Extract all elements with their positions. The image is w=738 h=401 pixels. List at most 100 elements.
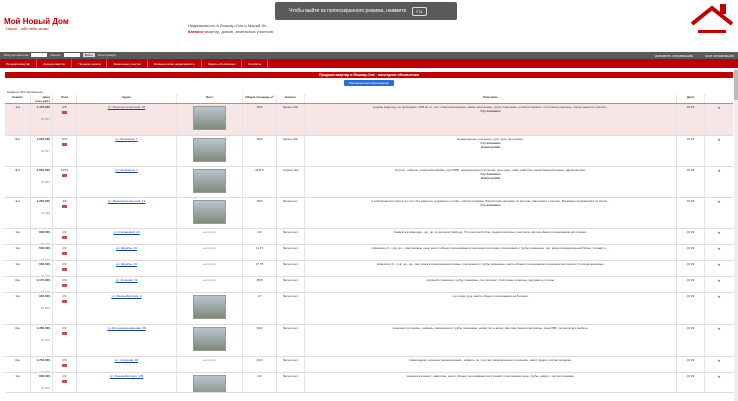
address-link[interactable]: ул. Дружбы, 19 [116,262,137,266]
header-balcony: Балкон [277,94,305,103]
cell-area: 30/0 [243,198,277,228]
extended-search-button[interactable]: Расширенный поиск квартир [344,80,394,86]
favorite-icon[interactable]: ★ [717,105,721,110]
header-price[interactable]: Цена (тыс.руб.) [31,94,53,103]
table-row[interactable]: 2-к 1,380,000 35,000 2/2 ул. Интернациональн… [5,325,733,357]
cell-photo: нет фото [177,357,243,372]
login-input[interactable] [31,53,48,57]
flag-icon [62,111,67,114]
header-address[interactable]: Адрес [77,94,177,103]
table-row[interactable]: 2-к 1,760,000 40,000 4/5 ул. Суворова, 36 нет… [5,357,733,373]
listing-photo[interactable] [193,375,226,392]
nav-item-sale-flats[interactable]: Продажа квартир [0,59,38,68]
favorite-icon[interactable]: ★ [717,358,721,363]
cell-photo [177,198,243,228]
cell-photo: нет фото [177,245,243,260]
cell-price: 1,380,000 35,000 [31,325,53,356]
header-floor[interactable]: Этаж [53,94,77,103]
nav-item-contacts[interactable]: Контакты [242,59,269,68]
address-link[interactable]: ул. Дружбы, 19 [116,246,137,250]
address-link[interactable]: ул. Стахановой, 24 [113,230,139,234]
favorite-icon[interactable]: ★ [717,246,721,251]
cell-address: ул. Яшина-Болгаря, 2 [77,293,177,324]
register-link[interactable]: Регистрация [98,53,116,57]
cell-rooms: 1-к [5,229,31,244]
header-date[interactable]: Дата [677,94,705,103]
login-button[interactable]: Войти [82,53,96,57]
address-link[interactable]: ул. Яшина-Болгаря, 125 [110,374,143,378]
cell-balcony: балкон 3м² [277,104,305,135]
address-link[interactable]: ул. Машиностроителей, 64 [108,105,145,109]
listing-photo[interactable] [193,138,226,162]
fullscreen-key: F11 [412,6,427,16]
my-listings-link[interactable]: МОИ ОБЪЯВЛЕНИЯ [705,54,734,58]
page-scrollbar-thumb[interactable] [734,70,738,100]
cell-floor: 2/5 [53,104,77,135]
table-row[interactable]: 1-к 1,470,000 38,667 2/5 ул. Машиностроителе… [5,104,733,136]
cell-price: 900,000 53,845 [31,293,53,324]
cell-date: 03.09 [677,229,705,244]
table-row[interactable]: 2-к 2,170,000 62,175 2/9 ул. Зеленая, 19 нет … [5,277,733,293]
nav-item-post-ad[interactable]: Задать объявление [202,59,243,68]
address-link[interactable]: ул. Машиностроителей, 13 [108,199,145,203]
cell-photo: нет фото [177,277,243,292]
favorite-icon[interactable]: ★ [717,168,721,173]
nav-item-rent-flats[interactable]: Аренда квартир [37,59,73,68]
table-body: 1-к 1,470,000 38,667 2/5 ул. Машиностроителе… [5,104,733,393]
cell-actions: ★ [705,245,733,260]
listing-photo[interactable] [193,106,226,130]
header-area[interactable]: Общая площадь м² [243,94,277,103]
no-photo-label: нет фото [203,246,216,250]
favorite-icon[interactable]: ★ [717,294,721,299]
table-row[interactable]: 1-к 830,000 32,000 1/2 ул. Яшина-Болгаря, 12… [5,373,733,393]
cell-area: 17.75 [243,261,277,276]
cell-photo [177,136,243,166]
address-link[interactable]: ул. Яшина-Болгаря, 2 [111,294,141,298]
cell-date: 03.09 [677,167,705,197]
favorite-icon[interactable]: ★ [717,230,721,235]
table-row[interactable]: 1-к 890,000 30,000 1/2 ул. Стахановой, 24 нет… [5,229,733,245]
nav-item-sale-houses[interactable]: Продажа домов [72,59,108,68]
favorite-icon[interactable]: ★ [717,137,721,142]
address-link[interactable]: ул. Суворова, 36 [115,358,138,362]
table-row[interactable]: 1-к 900,000 53,845 1/1 ул. Яшина-Болгаря, 2 1… [5,293,733,325]
table-row[interactable]: 1-к 590,000 43,570 1/2 ул. Дружбы, 19 нет фот… [5,245,733,261]
cell-photo [177,325,243,356]
table-row[interactable]: 2-к 1,950,000 40,527 2/12 ул. Эшкинина, 7 38/… [5,136,733,167]
listing-photo[interactable] [193,295,226,319]
address-link[interactable]: ул. Эшкинина, 7 [115,137,137,141]
address-link[interactable]: ул. Интернациональная, 28 [107,326,145,330]
password-input[interactable] [63,53,80,57]
agency-name: Сту клининги [480,203,501,207]
cell-rooms: 3-к [5,167,31,197]
table-row[interactable]: 1-к 1,250,000 41,659 3/5 ул. Машиностроителе… [5,198,733,229]
favorite-icon[interactable]: ★ [717,374,721,379]
header-rooms[interactable]: Комнат [5,94,31,103]
cell-date: 03.09 [677,373,705,392]
site-logo[interactable]: Мой Новый Дом [4,17,69,26]
cell-description: комната в комнат - квартире, место общег… [305,373,677,392]
cell-balcony: балкон 3м² [277,136,305,166]
cell-address: ул. Стахановой, 24 [77,229,177,244]
favorite-icon[interactable]: ★ [717,326,721,331]
cell-date: 03.09 [677,357,705,372]
table-row[interactable]: 1-к 630,000 40,000 2/2 ул. Дружбы, 19 нет фот… [5,261,733,277]
no-photo-label: нет фото [203,230,216,234]
cell-description: Строят - кафель, пластиков.окнами, кухн.… [305,167,677,197]
address-link[interactable]: ул. Зеленая, 19 [116,278,138,282]
cell-balcony: балкон нет [277,229,305,244]
favorite-icon[interactable]: ★ [717,199,721,204]
favorite-icon[interactable]: ★ [717,262,721,267]
favorite-icon[interactable]: ★ [717,278,721,283]
cell-address: ул. Интернациональная, 28 [77,325,177,356]
listing-photo[interactable] [193,327,226,351]
table-row[interactable]: 3-к 2,850,000 52,882 10/12 ул. Эшкинина, 7 62… [5,167,733,198]
add-listing-link[interactable]: ДОБАВИТЬ ОБЪЯВЛЕНИЕ [655,54,693,58]
nav-item-land[interactable]: Земельные участки [107,59,148,68]
nav-item-commercial[interactable]: Коммерческая недвижимость [148,59,202,68]
listing-photo[interactable] [193,169,226,193]
page-scrollbar[interactable] [734,68,738,401]
cell-actions: ★ [705,261,733,276]
listing-photo[interactable] [193,200,226,224]
address-link[interactable]: ул. Эшкинина, 7 [115,168,137,172]
